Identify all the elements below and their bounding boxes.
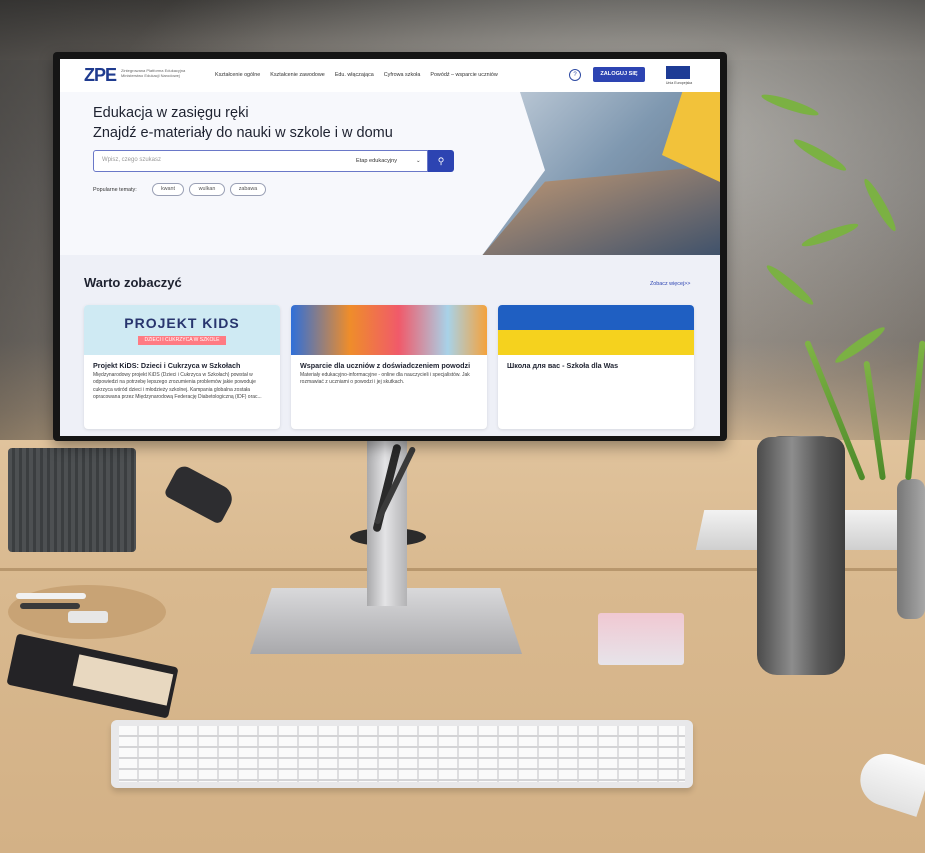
topic-chip-wulkan[interactable]: wulkan	[189, 183, 225, 196]
section-title: Warto zobaczyć	[84, 275, 182, 290]
topic-chip-zabawa[interactable]: zabawa	[230, 183, 266, 196]
office-scene: ZPE Zintegrowana Platforma Edukacyjna Mi…	[0, 0, 925, 853]
card-image-title: PROJEKT KIDS	[124, 315, 240, 331]
site-logo[interactable]: ZPE	[84, 65, 117, 86]
card-image: PROJEKT KIDS DZIECI I CUKRZYCA W SZKOLE	[84, 305, 280, 355]
card-kids[interactable]: PROJEKT KIDS DZIECI I CUKRZYCA W SZKOLE …	[84, 305, 280, 429]
card-image	[291, 305, 487, 355]
hero-headline: Edukacja w zasięgu ręki	[93, 105, 249, 121]
nav-link-powodz[interactable]: Powódź – wsparcie uczniów	[430, 72, 497, 78]
plant-pot	[897, 479, 925, 619]
topic-chip-kwant[interactable]: kwant	[152, 183, 184, 196]
card-image-ukraine-flag	[498, 305, 694, 355]
search-icon: ⚲	[437, 156, 445, 166]
ribbed-vase	[8, 448, 136, 552]
eu-flag-icon	[666, 66, 690, 79]
popular-topics-label: Popularne tematy:	[93, 187, 137, 193]
monitor: ZPE Zintegrowana Platforma Edukacyjna Mi…	[53, 52, 727, 441]
flag-blue	[498, 305, 694, 330]
card-title[interactable]: Wsparcie dla uczniów z doświadczeniem po…	[300, 361, 480, 370]
nav-links: Kształcenie ogólne Kształcenie zawodowe …	[215, 72, 498, 78]
stage-select[interactable]: Etap edukacyjny ⌄	[350, 150, 428, 172]
thermos-bottle	[757, 437, 845, 675]
card-flood[interactable]: Wsparcie dla uczniów z doświadczeniem po…	[291, 305, 487, 429]
monitor-screen: ZPE Zintegrowana Platforma Edukacyjna Mi…	[60, 59, 720, 436]
card-image-subtitle: DZIECI I CUKRZYCA W SZKOLE	[138, 336, 226, 345]
card-description: Materiały edukacyjno-informacyjne - onli…	[300, 372, 470, 386]
keyboard	[111, 720, 693, 788]
site-navbar: ZPE Zintegrowana Platforma Edukacyjna Mi…	[60, 59, 720, 93]
card-title[interactable]: Projekt KiDS: Dzieci i Cukrzyca w Szkoła…	[93, 361, 273, 370]
nav-link-ogolne[interactable]: Kształcenie ogólne	[215, 72, 260, 78]
flag-yellow	[498, 330, 694, 355]
hero-subheadline: Znajdź e-materiały do nauki w szkole i w…	[93, 125, 393, 141]
pen	[16, 593, 86, 599]
card-description: Międzynarodowy projekt KiDS (Dzieci i Cu…	[93, 372, 262, 401]
eu-label: Unia Europejska	[665, 81, 693, 85]
sticky-notes	[598, 613, 684, 665]
stage-select-label: Etap edukacyjny	[356, 158, 398, 164]
see-more-link[interactable]: Zobacz więcej>>	[650, 281, 690, 287]
chevron-down-icon: ⌄	[416, 158, 421, 164]
search-input[interactable]: Wpisz, czego szukasz	[93, 150, 352, 172]
search-placeholder: Wpisz, czego szukasz	[102, 157, 162, 163]
logo-subtitle: Zintegrowana Platforma Edukacyjna Minist…	[121, 68, 186, 78]
login-button[interactable]: ZALOGUJ SIĘ	[593, 67, 645, 82]
keyboard-rows	[119, 726, 685, 782]
card-ukraine[interactable]: Школа для вас - Szkoła dla Was	[498, 305, 694, 429]
search-button[interactable]: ⚲	[428, 150, 454, 172]
hero-photos	[470, 92, 720, 255]
nav-link-wlaczajaca[interactable]: Edu. włączająca	[335, 72, 374, 78]
card-title[interactable]: Школа для вас - Szkoła dla Was	[507, 361, 687, 370]
help-icon[interactable]: ?	[569, 69, 581, 81]
pen	[20, 603, 80, 609]
nav-link-cyfrowa[interactable]: Cyfrowa szkoła	[384, 72, 421, 78]
nav-link-zawodowe[interactable]: Kształcenie zawodowe	[270, 72, 325, 78]
eraser	[68, 611, 108, 623]
wooden-tray	[8, 585, 166, 639]
